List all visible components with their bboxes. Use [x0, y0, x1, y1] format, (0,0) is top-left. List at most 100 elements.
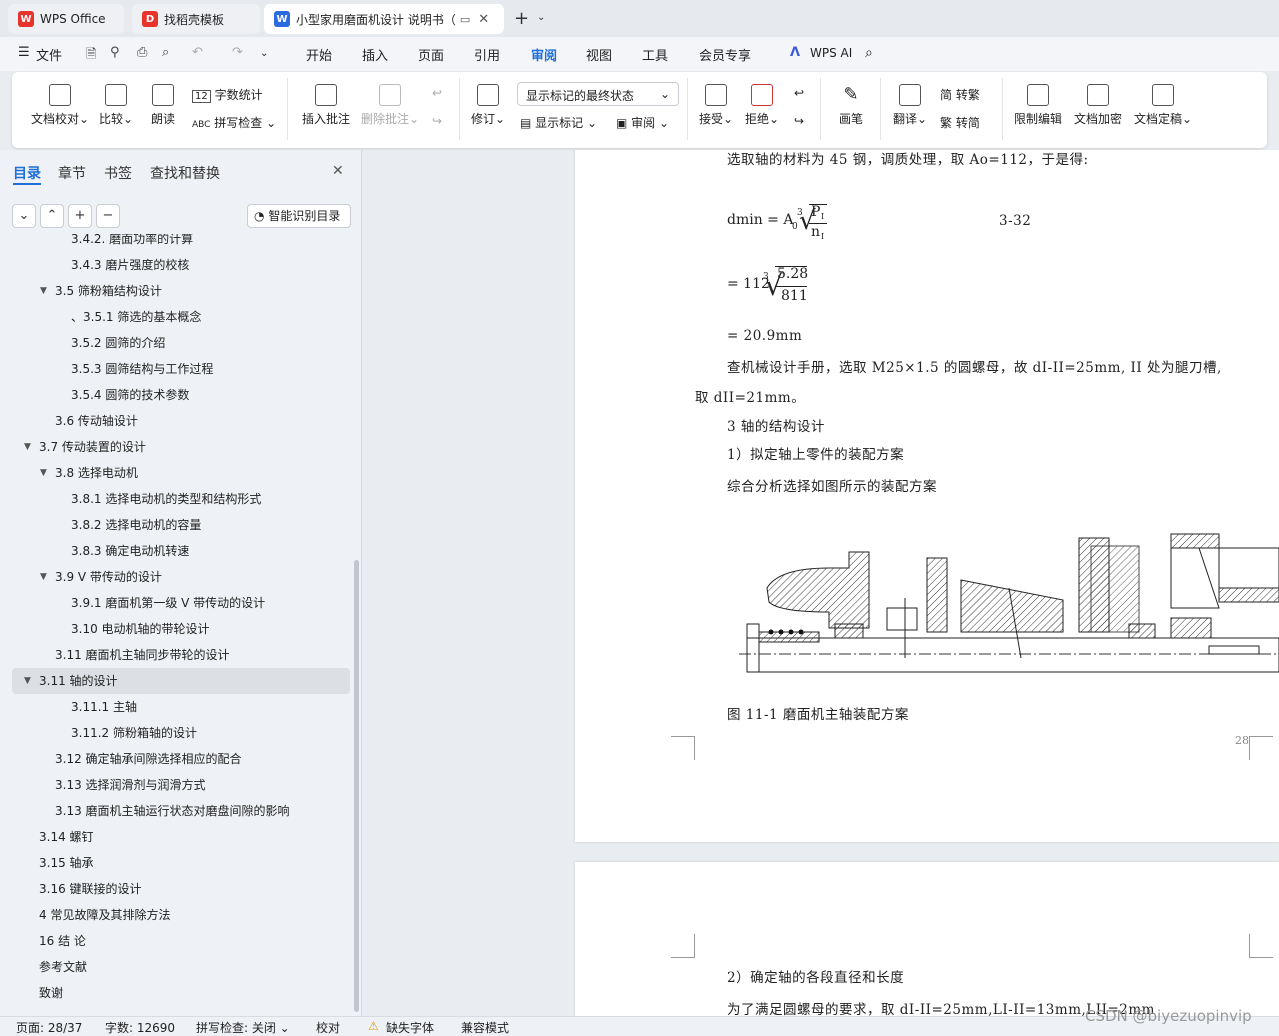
menu-review[interactable]: 审阅: [531, 45, 557, 64]
expand-toggle-icon[interactable]: ▼: [40, 460, 47, 486]
toc-item[interactable]: ▼ 3.8 选择电动机: [0, 460, 338, 486]
close-pane-icon[interactable]: ✕: [332, 163, 344, 179]
tab-find-replace[interactable]: 查找和替换: [150, 163, 220, 183]
read-aloud-button[interactable]: 朗读: [144, 84, 182, 127]
next-comment-icon[interactable]: ↪: [428, 114, 446, 128]
new-tab-icon[interactable]: +: [514, 8, 529, 29]
menu-insert[interactable]: 插入: [362, 45, 388, 64]
more-chevron-icon[interactable]: ⌄: [260, 48, 268, 59]
insert-comment-button[interactable]: 插入批注: [298, 84, 354, 127]
menu-file[interactable]: 文件: [36, 45, 62, 64]
toc-item[interactable]: 3.4.2. 磨面功率的计算: [0, 234, 338, 252]
menu-member[interactable]: 会员专享: [699, 45, 751, 64]
compat-mode-indicator[interactable]: 兼容模式: [461, 1019, 509, 1036]
toc-item[interactable]: 3.8.3 确定电动机转速: [0, 538, 338, 564]
toc-item[interactable]: 3.12 确定轴承间隙选择相应的配合: [0, 746, 338, 772]
toc-item[interactable]: 3.5.2 圆筛的介绍: [0, 330, 338, 356]
encrypt-button[interactable]: 文档加密: [1072, 84, 1124, 127]
expand-down-button[interactable]: ⌄: [12, 204, 36, 228]
expand-toggle-icon[interactable]: ▼: [24, 434, 31, 460]
tab-bookmarks[interactable]: 书签: [104, 163, 132, 183]
next-revision-icon[interactable]: ↪: [790, 114, 808, 128]
to-simplified-button[interactable]: 繁 转简: [940, 114, 980, 131]
translate-button[interactable]: 翻译⌄: [890, 84, 930, 127]
toc-item[interactable]: 3.15 轴承: [0, 850, 338, 876]
accept-button[interactable]: 接受⌄: [696, 84, 736, 127]
chevron-down-icon[interactable]: ⌄: [537, 12, 545, 23]
toc-item[interactable]: 16 结 论: [0, 928, 338, 954]
toc-item[interactable]: 3.11.2 筛粉箱轴的设计: [0, 720, 338, 746]
toc-item[interactable]: 3.8.2 选择电动机的容量: [0, 512, 338, 538]
toc-item[interactable]: 致谢: [0, 980, 338, 1006]
menu-reference[interactable]: 引用: [474, 45, 500, 64]
save-icon[interactable]: 🗎: [86, 45, 96, 67]
menu-start[interactable]: 开始: [306, 45, 332, 64]
compare-button[interactable]: 比较⌄: [96, 84, 136, 127]
word-count-indicator[interactable]: 字数: 12690: [105, 1019, 175, 1036]
doc-check-button[interactable]: 文档校对⌄: [30, 84, 90, 127]
review-pane-button[interactable]: ▣ 审阅 ⌄: [616, 114, 669, 131]
toc-item[interactable]: ▼ 3.11 轴的设计: [12, 668, 350, 694]
redo-icon[interactable]: ↷: [232, 45, 243, 60]
expand-toggle-icon[interactable]: ▼: [40, 564, 47, 590]
toc-item[interactable]: 3.5.3 圆筛结构与工作过程: [0, 356, 338, 382]
toc-item[interactable]: 3.16 键联接的设计: [0, 876, 338, 902]
print-icon[interactable]: ⎙: [137, 45, 147, 60]
toc-item[interactable]: 3.11.1 主轴: [0, 694, 338, 720]
show-markup-button[interactable]: ▤ 显示标记 ⌄: [520, 114, 597, 131]
tab-chapters[interactable]: 章节: [58, 163, 86, 183]
toc-item[interactable]: 3.6 传动轴设计: [0, 408, 338, 434]
markup-state-select[interactable]: 显示标记的最终状态 ⌄: [517, 82, 679, 106]
tab-toc[interactable]: 目录: [13, 163, 41, 183]
prev-revision-icon[interactable]: ↩: [790, 86, 808, 100]
spell-check-indicator[interactable]: 拼写检查: 关闭 ⌄: [196, 1019, 290, 1036]
reject-button[interactable]: 拒绝⌄: [742, 84, 782, 127]
toc-item[interactable]: ▼ 3.9 V 带传动的设计: [0, 564, 338, 590]
undo-icon[interactable]: ↶: [192, 45, 203, 60]
revise-button[interactable]: 修订⌄: [468, 84, 508, 127]
restrict-edit-button[interactable]: 限制编辑: [1012, 84, 1064, 127]
toc-item[interactable]: ▼ 3.5 筛粉箱结构设计: [0, 278, 338, 304]
prev-comment-icon[interactable]: ↩: [428, 86, 446, 100]
wps-ai-icon[interactable]: ꓥ: [790, 45, 800, 60]
tab-document[interactable]: W 小型家用磨面机设计 说明书（ ▭ ✕: [264, 4, 504, 34]
toc-item[interactable]: 4 常见故障及其排除方法: [0, 902, 338, 928]
missing-font-indicator[interactable]: 缺失字体: [386, 1019, 434, 1036]
menu-page[interactable]: 页面: [418, 45, 444, 64]
tab-wps-office[interactable]: W WPS Office: [8, 4, 124, 34]
toc-item[interactable]: 、3.5.1 筛选的基本概念: [0, 304, 338, 330]
menu-tools[interactable]: 工具: [642, 45, 668, 64]
toc-item[interactable]: ▼ 3.7 传动装置的设计: [0, 434, 338, 460]
toc-item[interactable]: 3.10 电动机轴的带轮设计: [0, 616, 338, 642]
expand-toggle-icon[interactable]: ▼: [40, 278, 47, 304]
toc-item[interactable]: 3.11 磨面机主轴同步带轮的设计: [0, 642, 338, 668]
search-icon[interactable]: ⌕: [865, 45, 873, 61]
smart-toc-button[interactable]: ◔ 智能识别目录: [247, 204, 351, 228]
page-indicator[interactable]: 页面: 28/37: [16, 1019, 82, 1036]
toc-item[interactable]: 3.5.4 圆筛的技术参数: [0, 382, 338, 408]
expand-toggle-icon[interactable]: ▼: [24, 668, 31, 694]
menu-view[interactable]: 视图: [586, 45, 612, 64]
tab-template[interactable]: D 找稻壳模板: [132, 4, 260, 34]
collapse-up-button[interactable]: ⌃: [40, 204, 64, 228]
to-traditional-button[interactable]: 简 转繁: [940, 86, 980, 103]
word-count-button[interactable]: 12 字数统计: [192, 86, 263, 103]
toc-scrollbar[interactable]: [354, 560, 359, 1012]
pen-button[interactable]: ✎ 画笔: [834, 84, 868, 127]
print-preview-icon[interactable]: ⌕: [162, 45, 169, 60]
spell-check-button[interactable]: ABC 拼写检查 ⌄: [192, 114, 276, 131]
toc-item[interactable]: 3.8.1 选择电动机的类型和结构形式: [0, 486, 338, 512]
share-icon[interactable]: ⚲: [110, 45, 120, 60]
toc-item[interactable]: 3.14 螺钉: [0, 824, 338, 850]
add-heading-button[interactable]: +: [68, 204, 92, 228]
toc-item[interactable]: 参考文献: [0, 954, 338, 980]
toc-item[interactable]: 3.4.3 磨片强度的校核: [0, 252, 338, 278]
remove-heading-button[interactable]: −: [96, 204, 120, 228]
toc-item[interactable]: 3.9.1 磨面机第一级 V 带传动的设计: [0, 590, 338, 616]
hamburger-icon[interactable]: ☰: [18, 45, 30, 60]
menu-wps-ai[interactable]: WPS AI: [810, 46, 852, 60]
finalize-button[interactable]: 文档定稿⌄: [1132, 84, 1194, 127]
proofread-indicator[interactable]: 校对: [316, 1019, 340, 1036]
toc-item[interactable]: 3.13 选择润滑剂与润滑方式: [0, 772, 338, 798]
close-tab-icon[interactable]: ✕: [478, 12, 489, 27]
